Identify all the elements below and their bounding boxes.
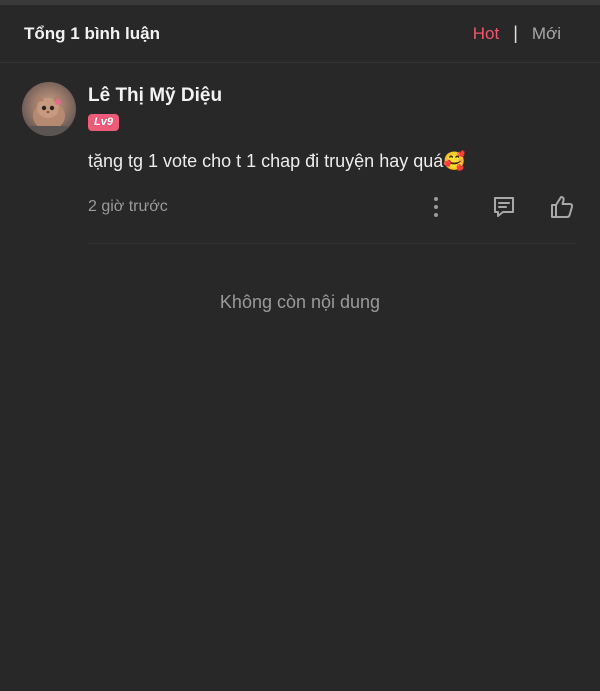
sort-new-tab[interactable]: Mới [532, 24, 561, 44]
comment-icon [494, 197, 514, 217]
comment-time: 2 giờ trước [88, 198, 168, 215]
comment-text: tặng tg 1 vote cho t 1 chap đi truyện ha… [88, 151, 466, 171]
username[interactable]: Lê Thị Mỹ Diệu [88, 82, 577, 110]
comment-divider [88, 243, 576, 244]
sort-tabs: Hot | Mới [473, 23, 576, 44]
level-badge: Lv9 [88, 114, 119, 131]
reply-button[interactable] [491, 194, 549, 220]
comment-actions [431, 194, 577, 220]
comment-count-title: Tổng 1 bình luận [24, 23, 160, 43]
cat-avatar-icon [30, 94, 68, 136]
comment-body: Lê Thị Mỹ Diệu Lv9 tặng tg 1 vote cho t … [88, 82, 577, 221]
like-button[interactable] [549, 194, 577, 220]
end-of-content-label: Không còn nội dung [219, 292, 381, 312]
comments-header: Tổng 1 bình luận Hot | Mới [0, 5, 600, 63]
more-button[interactable] [431, 196, 491, 218]
comment-meta: 2 giờ trước [88, 193, 577, 221]
sort-hot-tab[interactable]: Hot [473, 24, 499, 44]
avatar[interactable] [22, 82, 76, 136]
more-vertical-icon [434, 197, 438, 217]
thumbs-up-icon [551, 196, 574, 218]
sort-separator: | [513, 23, 518, 43]
